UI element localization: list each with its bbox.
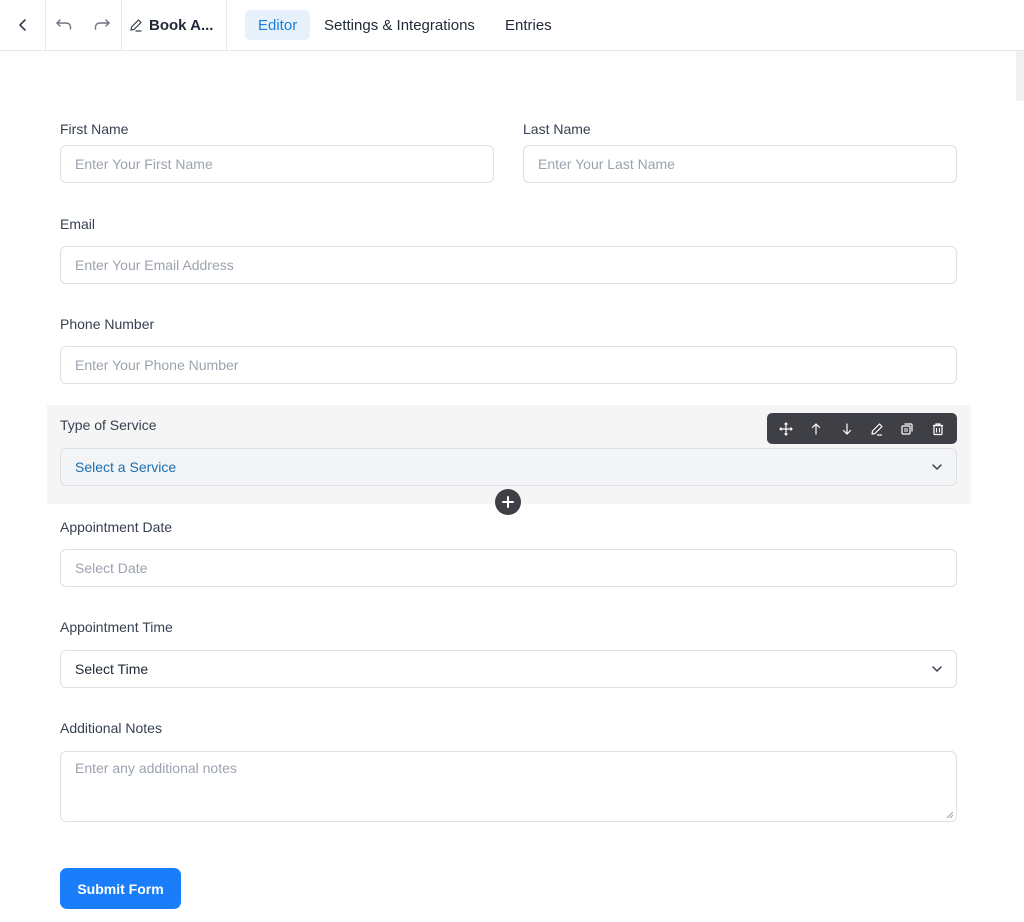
time-select-value: Select Time xyxy=(75,661,149,677)
service-select[interactable]: Select a Service xyxy=(60,448,957,486)
plus-icon xyxy=(502,496,514,508)
date-label: Appointment Date xyxy=(60,519,173,535)
redo-icon xyxy=(94,19,110,30)
move-down-button[interactable] xyxy=(835,417,859,441)
move-up-button[interactable] xyxy=(804,417,828,441)
last-name-label: Last Name xyxy=(523,121,591,137)
arrow-down-icon xyxy=(842,422,851,435)
duplicate-icon xyxy=(901,422,914,435)
date-input[interactable]: Select Date xyxy=(60,549,957,587)
edit-icon xyxy=(871,422,883,436)
move-button[interactable] xyxy=(774,417,798,441)
undo-button[interactable] xyxy=(46,0,82,50)
notes-label: Additional Notes xyxy=(60,720,162,736)
edit-button[interactable] xyxy=(865,417,889,441)
tab-editor[interactable]: Editor xyxy=(245,10,311,40)
phone-input[interactable]: Enter Your Phone Number xyxy=(60,346,957,384)
add-field-button[interactable] xyxy=(495,489,521,515)
pencil-icon xyxy=(130,19,142,32)
service-label: Type of Service xyxy=(60,417,157,433)
first-name-label: First Name xyxy=(60,121,129,137)
divider xyxy=(121,0,122,50)
chevron-down-icon xyxy=(930,662,944,676)
notes-textarea[interactable]: Enter any additional notes xyxy=(60,751,957,822)
top-bar: Book A... Editor Settings & Integrations… xyxy=(0,0,1024,51)
redo-button[interactable] xyxy=(84,0,120,50)
arrow-up-icon xyxy=(812,422,821,435)
form-title: Book A... xyxy=(149,16,214,34)
chevron-down-icon xyxy=(930,460,944,474)
back-icon xyxy=(18,19,26,31)
last-name-input[interactable]: Enter Your Last Name xyxy=(523,145,957,183)
email-input[interactable]: Enter Your Email Address xyxy=(60,246,957,284)
back-button[interactable] xyxy=(0,0,45,50)
duplicate-button[interactable] xyxy=(895,417,919,441)
field-toolbar xyxy=(767,413,957,444)
tab-settings-integrations[interactable]: Settings & Integrations xyxy=(311,10,488,40)
scrollbar[interactable] xyxy=(1016,51,1024,101)
time-select[interactable]: Select Time xyxy=(60,650,957,688)
time-label: Appointment Time xyxy=(60,619,173,635)
phone-label: Phone Number xyxy=(60,316,155,332)
first-name-input[interactable]: Enter Your First Name xyxy=(60,145,494,183)
delete-button[interactable] xyxy=(926,417,950,441)
service-select-value: Select a Service xyxy=(75,459,177,475)
email-label: Email xyxy=(60,216,96,232)
move-icon xyxy=(779,421,794,436)
form-title-button[interactable]: Book A... xyxy=(129,0,213,50)
undo-icon xyxy=(56,19,72,30)
tab-entries[interactable]: Entries xyxy=(492,10,565,40)
submit-button[interactable]: Submit Form xyxy=(60,868,181,909)
notes-placeholder: Enter any additional notes xyxy=(75,760,237,776)
divider xyxy=(226,0,227,50)
trash-icon xyxy=(932,422,943,435)
resize-grip-icon[interactable] xyxy=(944,809,954,819)
